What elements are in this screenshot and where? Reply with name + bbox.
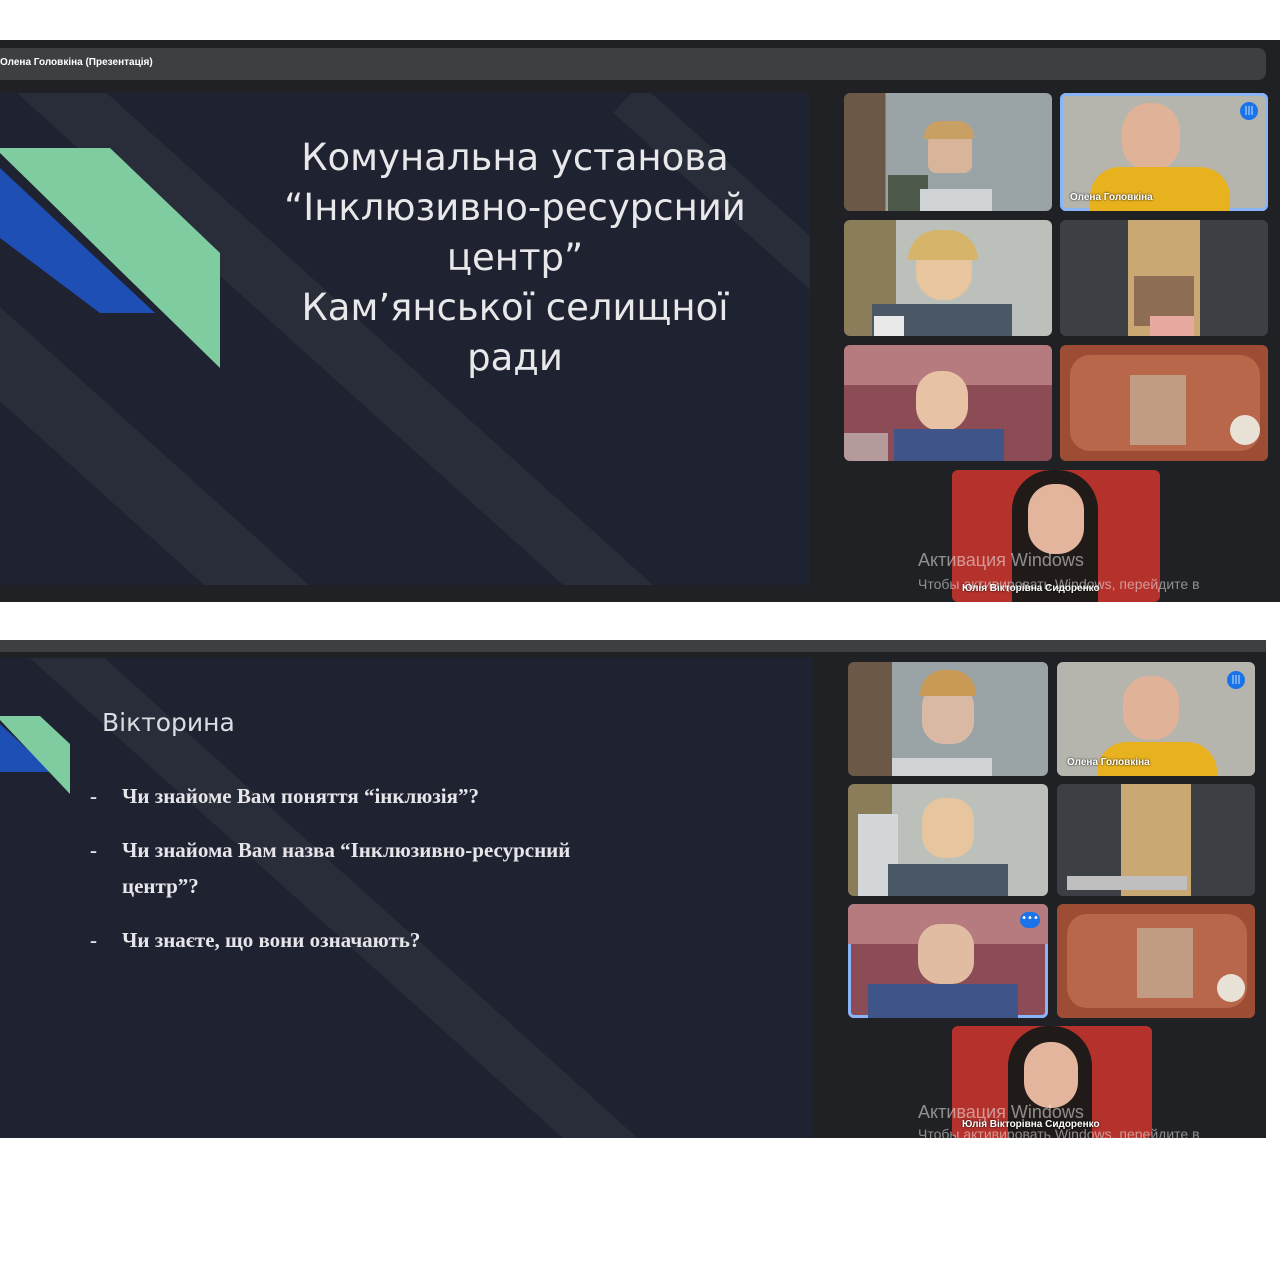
participant-tile[interactable]: ||| Олена Головкіна bbox=[1060, 93, 1268, 211]
windows-activation-hint: Чтобы активировать Windows, перейдите в bbox=[918, 576, 1200, 592]
participant-tile[interactable] bbox=[1057, 904, 1255, 1018]
slide-title-line: “Інклюзивно-ресурсний bbox=[284, 186, 746, 229]
participant-tile[interactable] bbox=[1060, 220, 1268, 336]
quiz-question: - Чи знаєте, що вони означають? bbox=[90, 928, 421, 952]
quiz-question: - Чи знайома Вам назва “Інклюзивно-ресурс… bbox=[90, 838, 571, 898]
participant-tile[interactable] bbox=[1057, 784, 1255, 896]
slide-title-line: ради bbox=[467, 336, 563, 379]
windows-activation-hint: Чтобы активировать Windows, перейдите в bbox=[918, 1126, 1200, 1138]
quiz-question-list: - Чи знайоме Вам поняття “інклюзія”? - Чи … bbox=[90, 778, 650, 976]
windows-activation-watermark: Активация Windows bbox=[918, 550, 1084, 570]
participant-tile[interactable] bbox=[844, 345, 1052, 461]
presenter-bar: Олена Головкіна (Презентація) bbox=[0, 48, 1266, 80]
participant-tile[interactable]: ||| Олена Головкіна bbox=[1057, 662, 1255, 776]
participant-tile[interactable] bbox=[844, 93, 1052, 211]
participant-tile[interactable] bbox=[844, 220, 1052, 336]
presentation-slide: Вікторина - Чи знайоме Вам поняття “інклю… bbox=[0, 658, 812, 1138]
meeting-screenshot-2: Вікторина - Чи знайоме Вам поняття “інклю… bbox=[0, 640, 1266, 1138]
audio-level-icon: ||| bbox=[1227, 671, 1245, 689]
slide-title-line: центр” bbox=[446, 236, 584, 279]
slide-logo-icon bbox=[0, 716, 70, 794]
meeting-screenshot-1: Олена Головкіна (Презентація) Комунальна… bbox=[0, 40, 1280, 602]
participant-tile[interactable]: ••• bbox=[848, 904, 1048, 1018]
presenter-bar bbox=[0, 640, 1266, 652]
presenter-label: Олена Головкіна (Презентація) bbox=[0, 57, 153, 68]
participant-name: Олена Головкіна bbox=[1067, 757, 1150, 768]
windows-activation-watermark: Активация Windows bbox=[918, 1102, 1084, 1122]
participant-tile[interactable] bbox=[848, 662, 1048, 776]
presentation-slide: Комунальна установа “Інклюзивно-ресурсни… bbox=[0, 93, 810, 585]
quiz-question: - Чи знайоме Вам поняття “інклюзія”? bbox=[90, 784, 479, 808]
slide-title-line: Комунальна установа bbox=[301, 136, 729, 179]
slide-title: Комунальна установа “Інклюзивно-ресурсни… bbox=[230, 133, 800, 383]
slide-title: Вікторина bbox=[102, 708, 235, 737]
slide-title-line: Кам’янської селищної bbox=[301, 286, 729, 329]
participant-tile[interactable] bbox=[848, 784, 1048, 896]
more-options-icon[interactable]: ••• bbox=[1020, 912, 1040, 928]
audio-level-icon: ||| bbox=[1240, 102, 1258, 120]
participant-tile[interactable] bbox=[1060, 345, 1268, 461]
slide-logo-icon bbox=[0, 148, 220, 368]
participant-name: Олена Головкіна bbox=[1070, 192, 1153, 203]
